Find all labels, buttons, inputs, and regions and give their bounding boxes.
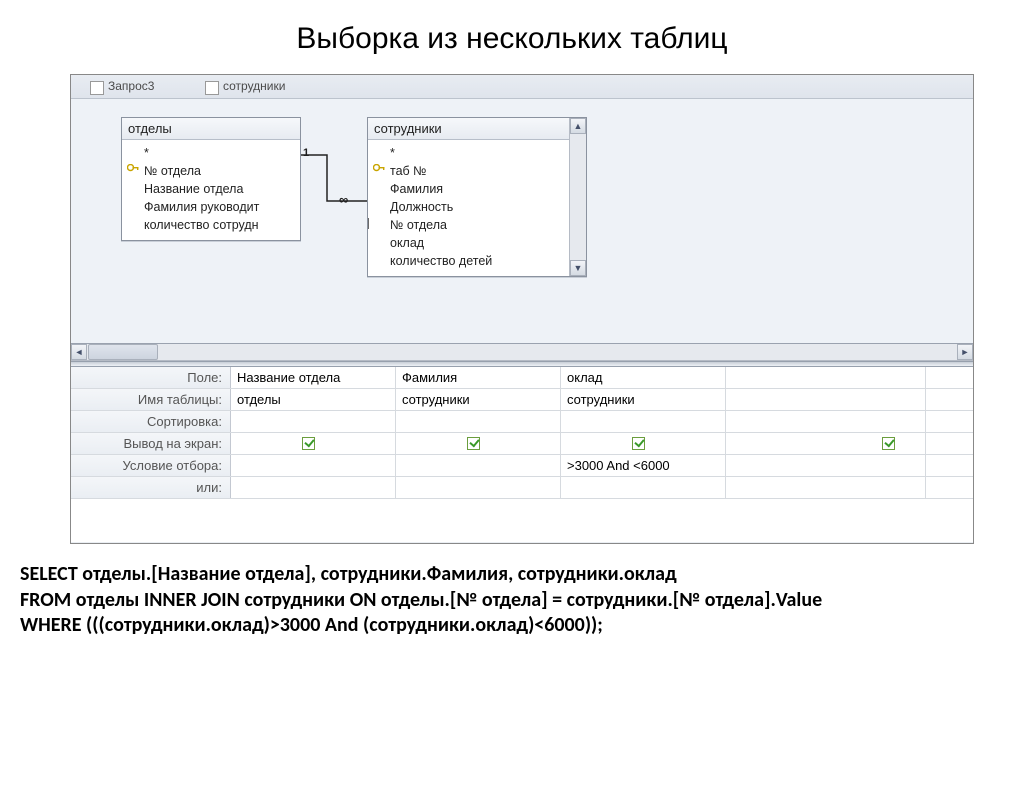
show-checkbox[interactable] <box>302 437 315 450</box>
qbe-grid: Поле: Название отдела Фамилия оклад Имя … <box>71 367 973 542</box>
grid-row-criteria: Условие отбора: >3000 And <6000 <box>71 455 973 477</box>
grid-cell[interactable] <box>726 455 926 476</box>
grid-cell[interactable]: Фамилия <box>396 367 561 388</box>
pane-horizontal-scrollbar[interactable]: ◄ ► <box>71 344 973 361</box>
row-label: Сортировка: <box>71 411 231 432</box>
scroll-thumb[interactable] <box>88 344 158 360</box>
cardinality-one: 1 <box>303 147 309 159</box>
grid-cell[interactable] <box>726 389 926 410</box>
field-surname[interactable]: Фамилия <box>372 180 568 198</box>
access-query-designer: Запрос3 сотрудники отделы * № отдела Наз… <box>70 74 974 544</box>
grid-cell[interactable] <box>561 433 726 454</box>
scroll-down-icon[interactable]: ▼ <box>570 260 586 276</box>
grid-cell[interactable] <box>561 411 726 432</box>
field-children[interactable]: количество детей <box>372 252 568 270</box>
tab-query[interactable]: Запрос3 <box>86 77 162 97</box>
grid-cell[interactable] <box>726 367 926 388</box>
field-dept-id[interactable]: № отдела <box>126 162 296 180</box>
grid-cell[interactable] <box>231 433 396 454</box>
table-box-departments[interactable]: отделы * № отдела Название отдела Фамили… <box>121 117 301 241</box>
grid-row-or: или: <box>71 477 973 499</box>
grid-cell[interactable] <box>396 411 561 432</box>
scroll-up-icon[interactable]: ▲ <box>570 118 586 134</box>
field-emp-id[interactable]: таб № <box>372 162 568 180</box>
tab-employees[interactable]: сотрудники <box>201 77 293 97</box>
grid-cell[interactable]: оклад <box>561 367 726 388</box>
grid-cell[interactable] <box>726 477 926 498</box>
grid-cell[interactable]: отделы <box>231 389 396 410</box>
grid-cell[interactable] <box>726 411 926 432</box>
primary-key-icon <box>127 164 140 176</box>
field-dept-fk[interactable]: + № отдела <box>372 216 568 234</box>
grid-cell[interactable]: сотрудники <box>396 389 561 410</box>
field-manager[interactable]: Фамилия руководит <box>126 198 296 216</box>
row-label: Вывод на экран: <box>71 433 231 454</box>
field-position[interactable]: Должность <box>372 198 568 216</box>
sql-line: WHERE (((сотрудники.оклад)>3000 And (сот… <box>20 613 1004 639</box>
sql-line: FROM отделы INNER JOIN сотрудники ON отд… <box>20 588 1004 614</box>
grid-row-show: Вывод на экран: <box>71 433 973 455</box>
table-scrollbar[interactable]: ▲ ▼ <box>569 118 586 276</box>
relationship-pane[interactable]: отделы * № отдела Название отдела Фамили… <box>71 99 973 344</box>
row-label: Условие отбора: <box>71 455 231 476</box>
row-label: или: <box>71 477 231 498</box>
sql-line: SELECT отделы.[Название отдела], сотрудн… <box>20 562 1004 588</box>
slide-title: Выборка из нескольких таблиц <box>0 22 1024 56</box>
grid-cell[interactable]: Название отдела <box>231 367 396 388</box>
show-checkbox[interactable] <box>467 437 480 450</box>
grid-row-sort: Сортировка: <box>71 411 973 433</box>
row-label: Имя таблицы: <box>71 389 231 410</box>
field-salary[interactable]: оклад <box>372 234 568 252</box>
cardinality-many-icon: ∞ <box>339 192 347 207</box>
grid-cell[interactable] <box>561 477 726 498</box>
document-tab-strip: Запрос3 сотрудники <box>71 75 973 99</box>
field-dept-name[interactable]: Название отдела <box>126 180 296 198</box>
table-header[interactable]: сотрудники <box>368 118 586 140</box>
row-label: Поле: <box>71 367 231 388</box>
grid-cell[interactable] <box>396 433 561 454</box>
field-count[interactable]: количество сотрудн <box>126 216 296 234</box>
show-checkbox[interactable] <box>882 437 895 450</box>
grid-cell[interactable]: >3000 And <6000 <box>561 455 726 476</box>
sql-text: SELECT отделы.[Название отдела], сотрудн… <box>20 562 1004 639</box>
scroll-left-icon[interactable]: ◄ <box>71 344 87 360</box>
grid-cell[interactable] <box>396 477 561 498</box>
field-star[interactable]: * <box>372 144 568 162</box>
expand-icon[interactable]: + <box>368 218 369 229</box>
grid-row-field: Поле: Название отдела Фамилия оклад <box>71 367 973 389</box>
grid-cell[interactable]: сотрудники <box>561 389 726 410</box>
scroll-right-icon[interactable]: ► <box>957 344 973 360</box>
grid-row-table: Имя таблицы: отделы сотрудники сотрудник… <box>71 389 973 411</box>
grid-cell[interactable] <box>726 433 926 454</box>
grid-cell[interactable] <box>396 455 561 476</box>
grid-cell[interactable] <box>231 477 396 498</box>
primary-key-icon <box>373 164 386 176</box>
table-header[interactable]: отделы <box>122 118 300 140</box>
grid-cell[interactable] <box>231 455 396 476</box>
field-star[interactable]: * <box>126 144 296 162</box>
show-checkbox[interactable] <box>632 437 645 450</box>
table-box-employees[interactable]: сотрудники * таб № Фамилия Должность + №… <box>367 117 587 277</box>
grid-cell[interactable] <box>231 411 396 432</box>
